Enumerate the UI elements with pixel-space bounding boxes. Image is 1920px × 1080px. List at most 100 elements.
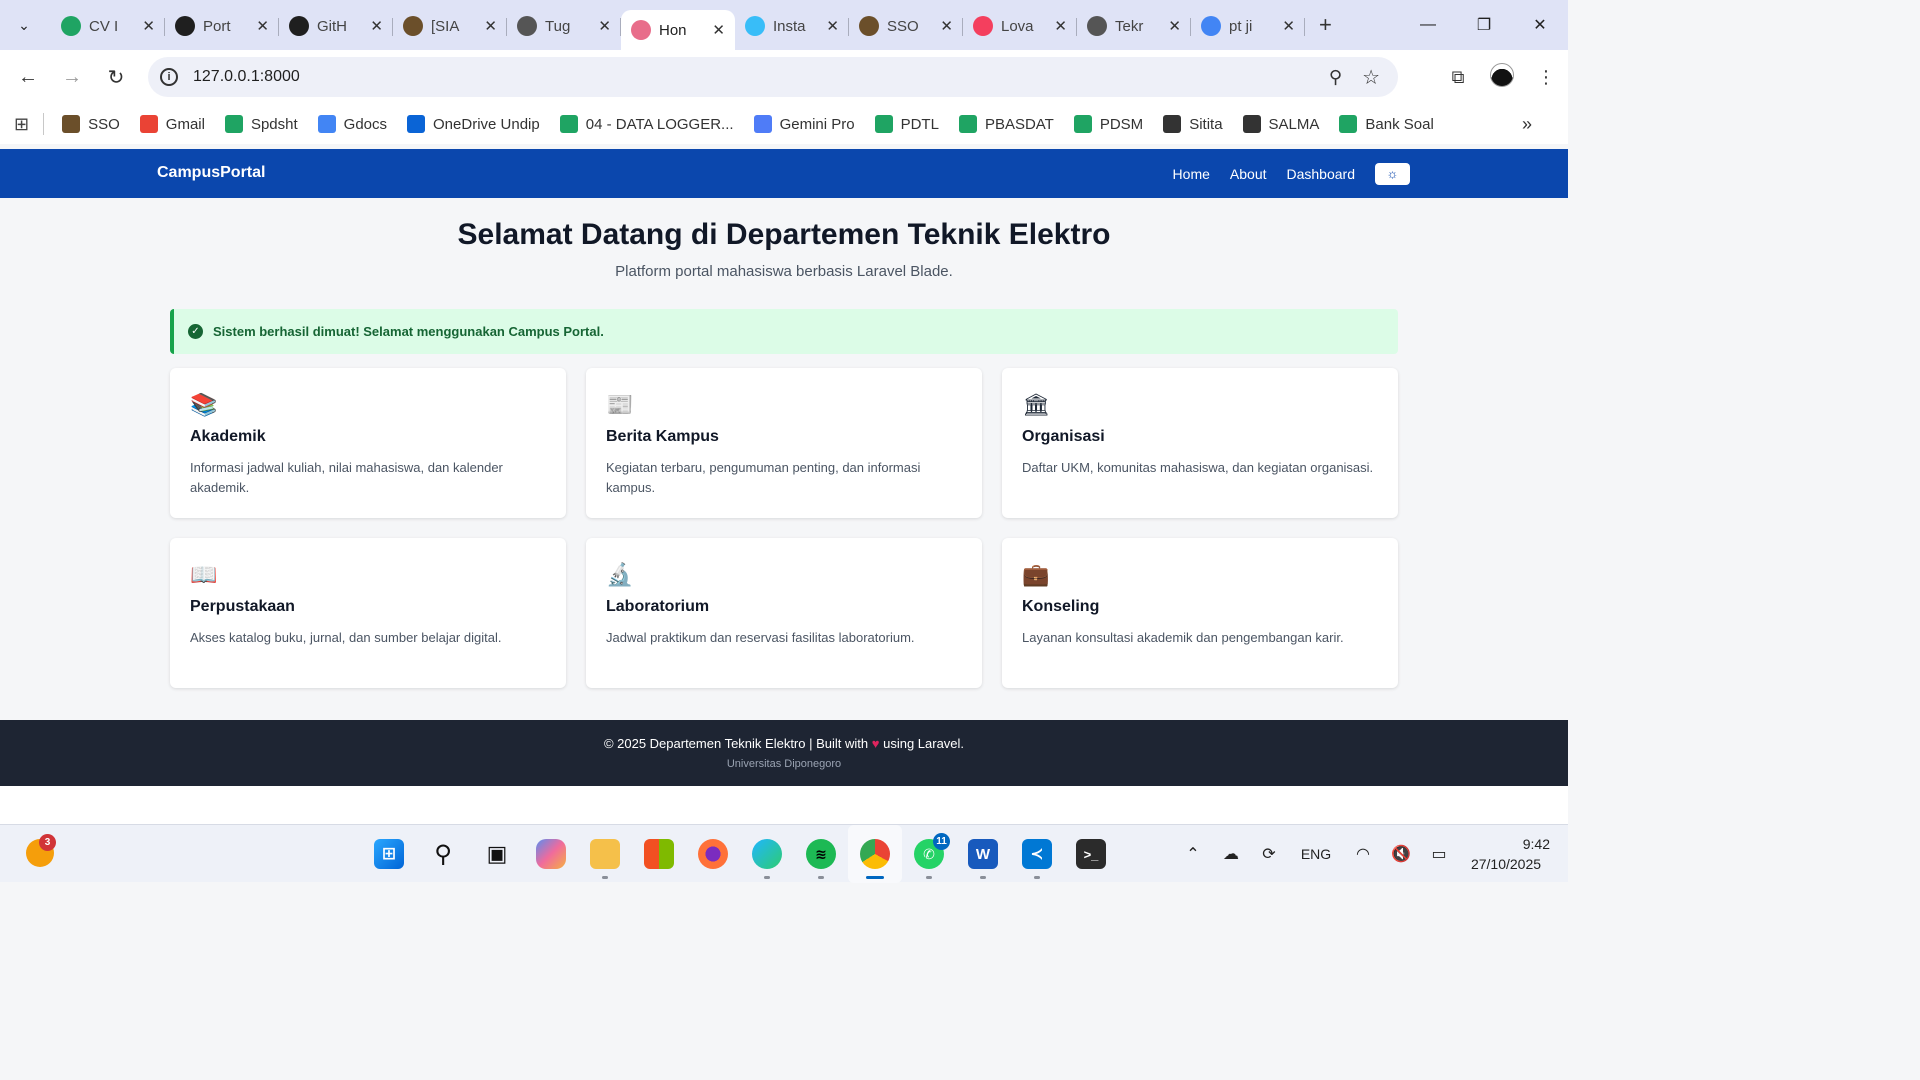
file-explorer-button[interactable] bbox=[578, 825, 632, 883]
word-button[interactable]: W bbox=[956, 825, 1010, 883]
copilot-button[interactable] bbox=[524, 825, 578, 883]
feature-card[interactable]: 🔬 Laboratorium Jadwal praktikum dan reserv… bbox=[586, 538, 982, 688]
firefox-button[interactable] bbox=[686, 825, 740, 883]
open-book-icon: 📖 bbox=[190, 562, 218, 587]
active-indicator bbox=[866, 876, 884, 879]
bookmark-label: Gdocs bbox=[343, 115, 388, 133]
tab-close-icon[interactable]: ✕ bbox=[1282, 17, 1295, 35]
language-indicator[interactable]: ENG bbox=[1288, 846, 1344, 862]
bookmark-item[interactable]: Sitita bbox=[1163, 115, 1223, 133]
zoom-icon[interactable]: ⚲ bbox=[1329, 67, 1342, 88]
classical-building-icon: 🏛 bbox=[1022, 392, 1050, 417]
start-button[interactable]: ⊞ bbox=[362, 825, 416, 883]
taskbar-search-button[interactable]: ⚲ bbox=[416, 825, 470, 883]
browser-tab[interactable]: Port ✕ bbox=[165, 8, 279, 44]
close-window-button[interactable]: ✕ bbox=[1512, 15, 1568, 35]
tab-close-icon[interactable]: ✕ bbox=[142, 17, 155, 35]
bookmark-item[interactable]: PDTL bbox=[874, 115, 939, 133]
bookmark-item[interactable]: Spdsht bbox=[224, 115, 298, 133]
browser-tab[interactable]: Lova ✕ bbox=[963, 8, 1077, 44]
tab-label: CV I bbox=[89, 17, 119, 35]
battery-icon[interactable]: ▭ bbox=[1420, 844, 1458, 864]
address-bar[interactable]: i 127.0.0.1:8000 ⚲ ☆ bbox=[148, 57, 1398, 97]
tab-list: CV I ✕ Port ✕ GitH ✕ [SIA ✕ Tug ✕ Hon ✕ Insta ✕ SSO ✕ Lo… bbox=[51, 0, 1305, 50]
github-icon bbox=[175, 16, 195, 36]
site-brand[interactable]: CampusPortal bbox=[157, 164, 265, 182]
feature-card[interactable]: 💼 Konseling Layanan konsultasi akademik da… bbox=[1002, 538, 1398, 688]
tab-close-icon[interactable]: ✕ bbox=[484, 17, 497, 35]
tab-close-icon[interactable]: ✕ bbox=[256, 17, 269, 35]
tab-close-icon[interactable]: ✕ bbox=[370, 17, 383, 35]
whatsapp-button[interactable]: ✆ 11 bbox=[902, 825, 956, 883]
back-button[interactable]: ← bbox=[6, 66, 50, 89]
bookmark-item[interactable]: Gdocs bbox=[317, 115, 388, 133]
browser-tab[interactable]: GitH ✕ bbox=[279, 8, 393, 44]
bookmark-item[interactable]: PBASDAT bbox=[958, 115, 1054, 133]
forward-button[interactable]: → bbox=[50, 66, 94, 89]
restore-button[interactable]: ❐ bbox=[1456, 15, 1512, 35]
browser-tab[interactable]: Insta ✕ bbox=[735, 8, 849, 44]
bookmark-star-icon[interactable]: ☆ bbox=[1362, 65, 1380, 90]
feature-card[interactable]: 📰 Berita Kampus Kegiatan terbaru, pengumum… bbox=[586, 368, 982, 518]
minimize-button[interactable]: — bbox=[1400, 16, 1456, 34]
browser-tab[interactable]: CV I ✕ bbox=[51, 8, 165, 44]
extensions-icon[interactable]: ⧉ bbox=[1436, 67, 1480, 88]
bookmark-item[interactable]: Bank Soal bbox=[1339, 115, 1434, 133]
new-tab-button[interactable]: + bbox=[1319, 12, 1332, 38]
browser-tab[interactable]: Hon ✕ bbox=[621, 10, 735, 50]
browser-tab[interactable]: pt ji ✕ bbox=[1191, 8, 1305, 44]
tab-close-icon[interactable]: ✕ bbox=[826, 17, 839, 35]
feature-card[interactable]: 📚 Akademik Informasi jadwal kuliah, nilai … bbox=[170, 368, 566, 518]
browser-tab[interactable]: SSO ✕ bbox=[849, 8, 963, 44]
profile-avatar[interactable] bbox=[1480, 62, 1524, 92]
running-indicator bbox=[764, 876, 770, 879]
tab-close-icon[interactable]: ✕ bbox=[1054, 17, 1067, 35]
edge-button[interactable] bbox=[740, 825, 794, 883]
terminal-button[interactable]: >_ bbox=[1064, 825, 1118, 883]
bookmark-item[interactable]: 04 - DATA LOGGER... bbox=[559, 115, 734, 133]
tab-close-icon[interactable]: ✕ bbox=[940, 17, 953, 35]
nav-dashboard-link[interactable]: Dashboard bbox=[1287, 166, 1356, 182]
bookmark-label: Bank Soal bbox=[1365, 115, 1434, 133]
feature-card[interactable]: 📖 Perpustakaan Akses katalog buku, jurnal,… bbox=[170, 538, 566, 688]
nav-home-link[interactable]: Home bbox=[1173, 166, 1210, 182]
tab-search-button[interactable]: ⌄ bbox=[9, 10, 39, 40]
more-bookmarks-icon[interactable]: » bbox=[1522, 114, 1532, 135]
bookmark-item[interactable]: Gemini Pro bbox=[753, 115, 855, 133]
browser-tab[interactable]: [SIA ✕ bbox=[393, 8, 507, 44]
site-info-icon[interactable]: i bbox=[160, 68, 178, 86]
browser-tab[interactable]: Tug ✕ bbox=[507, 8, 621, 44]
spotify-button[interactable]: ≋ bbox=[794, 825, 848, 883]
bookmark-item[interactable]: PDSM bbox=[1073, 115, 1143, 133]
bookmark-item[interactable]: SALMA bbox=[1242, 115, 1319, 133]
task-view-button[interactable]: ▣ bbox=[470, 825, 524, 883]
cloud-warning-icon[interactable]: ☁ bbox=[1212, 844, 1250, 864]
tab-label: Port bbox=[203, 17, 231, 35]
running-indicator bbox=[980, 876, 986, 879]
chrome-button[interactable] bbox=[848, 825, 902, 883]
tab-close-icon[interactable]: ✕ bbox=[712, 21, 725, 39]
chevron-up-icon[interactable]: ⌃ bbox=[1174, 844, 1212, 864]
feature-card[interactable]: 🏛 Organisasi Daftar UKM, komunitas mahasis… bbox=[1002, 368, 1398, 518]
pen-icon bbox=[1242, 115, 1261, 133]
store-button[interactable] bbox=[632, 825, 686, 883]
sync-icon[interactable]: ⟳ bbox=[1250, 844, 1288, 864]
reload-button[interactable]: ↻ bbox=[94, 65, 138, 90]
apps-grid-icon[interactable]: ⊞ bbox=[14, 114, 29, 135]
tab-close-icon[interactable]: ✕ bbox=[1168, 17, 1181, 35]
address-url[interactable]: 127.0.0.1:8000 bbox=[193, 68, 300, 86]
browser-tab[interactable]: Tekr ✕ bbox=[1077, 8, 1191, 44]
bookmark-item[interactable]: Gmail bbox=[139, 115, 205, 133]
bookmark-item[interactable]: OneDrive Undip bbox=[407, 115, 540, 133]
nav-about-link[interactable]: About bbox=[1230, 166, 1267, 182]
theme-toggle-button[interactable]: ☼ bbox=[1375, 162, 1410, 185]
system-clock[interactable]: 9:42 27/10/2025 bbox=[1458, 834, 1554, 874]
success-alert: ✓ Sistem berhasil dimuat! Selamat menggu… bbox=[170, 309, 1398, 354]
wifi-icon[interactable]: ◠ bbox=[1344, 844, 1382, 864]
mute-speaker-icon[interactable]: 🔇 bbox=[1382, 844, 1420, 864]
tab-close-icon[interactable]: ✕ bbox=[598, 17, 611, 35]
tab-label: SSO bbox=[887, 17, 919, 35]
bookmark-item[interactable]: SSO bbox=[62, 115, 120, 133]
menu-kebab-icon[interactable]: ⋮ bbox=[1524, 67, 1568, 88]
vscode-button[interactable]: ≺ bbox=[1010, 825, 1064, 883]
